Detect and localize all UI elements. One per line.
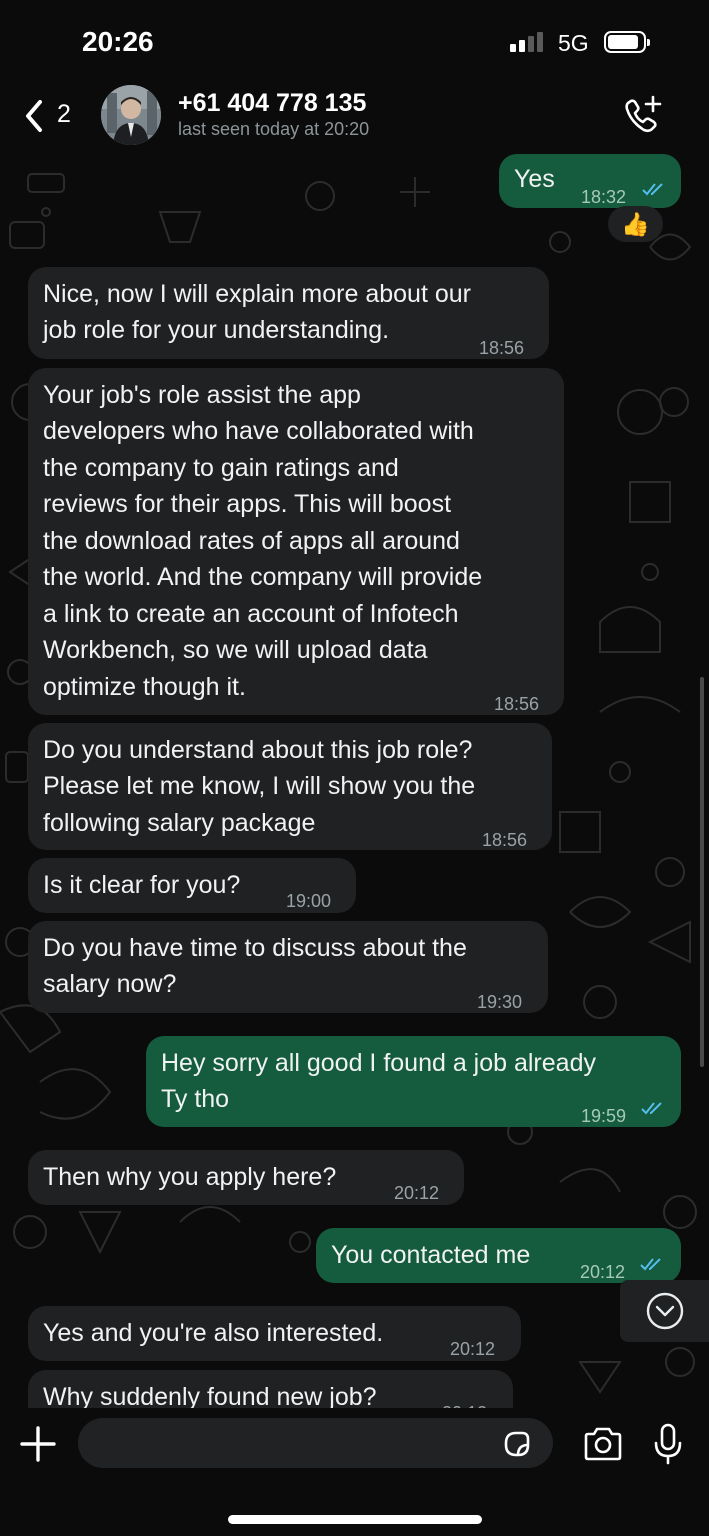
- incoming-message[interactable]: Is it clear for you? 19:00: [28, 858, 356, 913]
- read-receipt-icon: [642, 183, 663, 196]
- chat-header: 2 +61 404 778 135 last seen today at 20:…: [0, 80, 709, 152]
- message-time: 19:59: [581, 1106, 627, 1126]
- message-line: Hey sorry all good I found a job already: [161, 1049, 596, 1077]
- back-chevron-icon[interactable]: [18, 96, 58, 136]
- message-line: Ty tho: [161, 1085, 230, 1113]
- message-line: Yes and you're also interested.: [43, 1319, 384, 1347]
- message-text: Yes: [514, 165, 555, 193]
- message-time: 19:30: [477, 992, 523, 1012]
- message-time: 20:12: [394, 1183, 440, 1203]
- incoming-message[interactable]: Your job's role assist the app developer…: [28, 368, 564, 715]
- status-bar: 20:26 5G: [0, 0, 709, 80]
- read-receipt-icon: [641, 1102, 662, 1115]
- chevron-down-icon: [646, 1292, 684, 1330]
- message-line: reviews for their apps. This will boost: [43, 490, 452, 518]
- message-line: Then why you apply here?: [43, 1163, 337, 1191]
- message-time: 18:56: [494, 694, 540, 714]
- unread-chats-count[interactable]: 2: [57, 100, 71, 129]
- message-input-container[interactable]: [78, 1418, 553, 1470]
- message-line: You contacted me: [331, 1241, 531, 1269]
- incoming-message[interactable]: Yes and you're also interested. 20:12: [28, 1306, 521, 1361]
- outgoing-message[interactable]: You contacted me 20:12: [316, 1228, 681, 1283]
- add-call-icon[interactable]: [620, 94, 664, 138]
- message-line: the company to gain ratings and: [43, 454, 399, 482]
- plus-icon[interactable]: [18, 1424, 58, 1464]
- message-line: salary now?: [43, 970, 177, 998]
- read-receipt-icon: [640, 1258, 661, 1271]
- message-time: 18:56: [479, 338, 525, 358]
- outgoing-message[interactable]: Hey sorry all good I found a job already…: [146, 1036, 681, 1127]
- message-time: 18:56: [482, 830, 528, 850]
- message-line: the download rates of apps all around: [43, 527, 460, 555]
- battery-icon: [604, 31, 650, 53]
- incoming-message[interactable]: Then why you apply here? 20:12: [28, 1150, 464, 1205]
- network-type: 5G: [558, 30, 589, 56]
- message-time: 20:12: [442, 1395, 487, 1408]
- message-line: developers who have collaborated with: [43, 417, 474, 445]
- camera-icon[interactable]: [582, 1426, 624, 1462]
- scrollbar[interactable]: [700, 677, 704, 1067]
- message-line: Do you understand about this job role?: [43, 736, 473, 764]
- incoming-message[interactable]: Do you understand about this job role? P…: [28, 723, 552, 850]
- message-line: a link to create an account of Infotech: [43, 600, 459, 628]
- contact-avatar[interactable]: [101, 85, 161, 145]
- message-line: the world. And the company will provide: [43, 563, 483, 591]
- incoming-message[interactable]: Nice, now I will explain more about our …: [28, 267, 549, 359]
- home-indicator: [228, 1515, 482, 1524]
- reaction-emoji: 👍: [621, 210, 650, 237]
- message-time: 20:12: [450, 1339, 496, 1359]
- message-line: optimize though it.: [43, 673, 246, 701]
- incoming-message[interactable]: Why suddenly found new job? 20:12: [28, 1370, 513, 1408]
- sticker-icon[interactable]: [502, 1429, 532, 1459]
- message-line: Is it clear for you?: [43, 871, 241, 899]
- last-seen-status: last seen today at 20:20: [178, 119, 370, 139]
- message-time: 20:12: [580, 1262, 626, 1282]
- cellular-signal-icon: [510, 32, 543, 52]
- contact-name[interactable]: +61 404 778 135: [178, 89, 366, 118]
- status-time: 20:26: [82, 26, 154, 57]
- incoming-message[interactable]: Do you have time to discuss about the sa…: [28, 921, 548, 1013]
- microphone-icon[interactable]: [653, 1422, 683, 1466]
- message-line: Workbench, so we will upload data: [43, 636, 428, 664]
- message-time: 19:00: [286, 891, 332, 911]
- reaction-thumbs-up[interactable]: 👍: [608, 206, 663, 242]
- scroll-to-bottom-button[interactable]: [620, 1280, 709, 1342]
- message-composer: [0, 1408, 709, 1536]
- message-line: Please let me know, I will show you the: [43, 772, 476, 800]
- message-line: Your job's role assist the app: [43, 381, 361, 409]
- message-input[interactable]: [98, 1418, 502, 1470]
- message-line: job role for your understanding.: [43, 316, 390, 344]
- message-line: Do you have time to discuss about the: [43, 934, 467, 962]
- chat-thread[interactable]: Yes 18:32 👍 Nice, now I will explain mor…: [0, 152, 709, 1408]
- message-line: Nice, now I will explain more about our: [43, 280, 471, 308]
- message-line: following salary package: [43, 809, 316, 837]
- message-line: Why suddenly found new job?: [43, 1383, 377, 1408]
- outgoing-message[interactable]: Yes 18:32: [499, 154, 681, 208]
